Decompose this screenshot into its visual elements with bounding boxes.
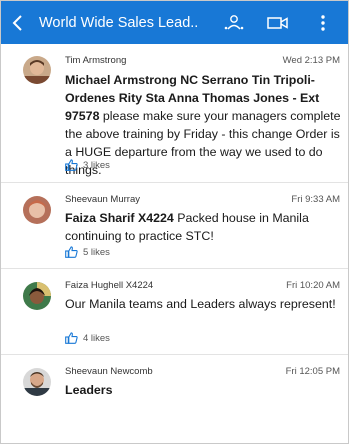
like-count: 5 likes bbox=[83, 246, 110, 258]
more-options-button[interactable] bbox=[311, 1, 335, 44]
people-icon bbox=[224, 14, 244, 29]
thumbs-up-icon bbox=[65, 246, 78, 258]
message-body: Our Manila teams and Leaders always repr… bbox=[65, 295, 342, 313]
chevron-left-icon bbox=[12, 14, 22, 31]
avatar[interactable] bbox=[23, 56, 51, 84]
like-count: 4 likes bbox=[83, 332, 110, 344]
thumbs-up-icon bbox=[65, 159, 78, 171]
timestamp: Fri 10:20 AM bbox=[286, 280, 340, 291]
message-item[interactable]: Sheevaun Murray Fri 9:33 AM Faiza Sharif… bbox=[1, 183, 348, 269]
message-text: Our Manila teams and Leaders always repr… bbox=[65, 297, 336, 311]
timestamp: Fri 9:33 AM bbox=[291, 194, 340, 205]
like-button[interactable]: 3 likes bbox=[65, 159, 110, 171]
avatar[interactable] bbox=[23, 196, 51, 224]
mention[interactable]: Leaders bbox=[65, 383, 113, 397]
message-body: Leaders bbox=[65, 381, 342, 399]
channel-title[interactable]: World Wide Sales Lead... bbox=[39, 15, 197, 31]
author-name[interactable]: Faiza Hughell X4224 bbox=[65, 280, 153, 291]
back-button[interactable] bbox=[1, 1, 35, 44]
message-list: Tim Armstrong Wed 2:13 PM Michael Armstr… bbox=[1, 44, 348, 443]
avatar[interactable] bbox=[23, 368, 51, 396]
thumbs-up-icon bbox=[65, 332, 78, 344]
video-call-icon bbox=[267, 16, 288, 29]
avatar[interactable] bbox=[23, 282, 51, 310]
video-call-button[interactable] bbox=[263, 1, 293, 44]
message-body: Faiza Sharif X4224 Packed house in Manil… bbox=[65, 209, 342, 245]
author-name[interactable]: Sheevaun Murray bbox=[65, 194, 140, 205]
like-button[interactable]: 5 likes bbox=[65, 246, 110, 258]
message-item[interactable]: Sheevaun Newcomb Fri 12:05 PM Leaders bbox=[1, 355, 348, 443]
timestamp: Fri 12:05 PM bbox=[285, 366, 340, 377]
message-item[interactable]: Tim Armstrong Wed 2:13 PM Michael Armstr… bbox=[1, 44, 348, 183]
author-name[interactable]: Tim Armstrong bbox=[65, 55, 126, 66]
timestamp: Wed 2:13 PM bbox=[282, 55, 340, 66]
more-vertical-icon bbox=[321, 14, 325, 31]
like-count: 3 likes bbox=[83, 159, 110, 171]
channel-header: World Wide Sales Lead... bbox=[1, 1, 348, 44]
people-button[interactable] bbox=[219, 1, 249, 44]
mention[interactable]: Faiza Sharif X4224 bbox=[65, 211, 174, 225]
like-button[interactable]: 4 likes bbox=[65, 332, 110, 344]
author-name[interactable]: Sheevaun Newcomb bbox=[65, 366, 153, 377]
message-item[interactable]: Faiza Hughell X4224 Fri 10:20 AM Our Man… bbox=[1, 269, 348, 355]
